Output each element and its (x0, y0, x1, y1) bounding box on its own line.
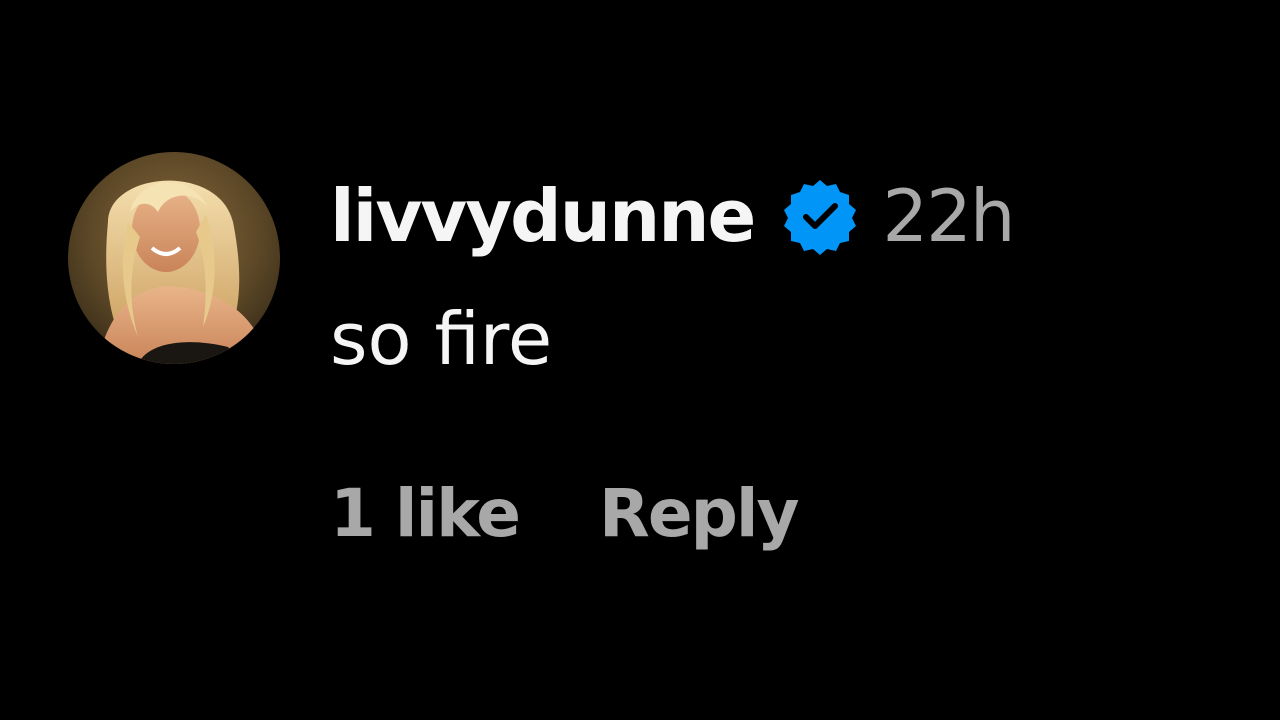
comment-text: so fire (330, 297, 553, 381)
verified-badge-icon (780, 176, 860, 256)
comment-actions: 1 like Reply (330, 477, 800, 551)
username-link[interactable]: livvydunne (330, 180, 756, 252)
profile-photo-icon (68, 152, 280, 364)
comment-timestamp: 22h (882, 174, 1015, 258)
avatar[interactable] (68, 152, 280, 364)
reply-button[interactable]: Reply (599, 477, 799, 551)
comment-item: livvydunne 22h so fire 1 like Reply (0, 0, 1280, 720)
comment-header: livvydunne 22h (330, 168, 1016, 264)
likes-count-button[interactable]: 1 like (330, 477, 521, 551)
